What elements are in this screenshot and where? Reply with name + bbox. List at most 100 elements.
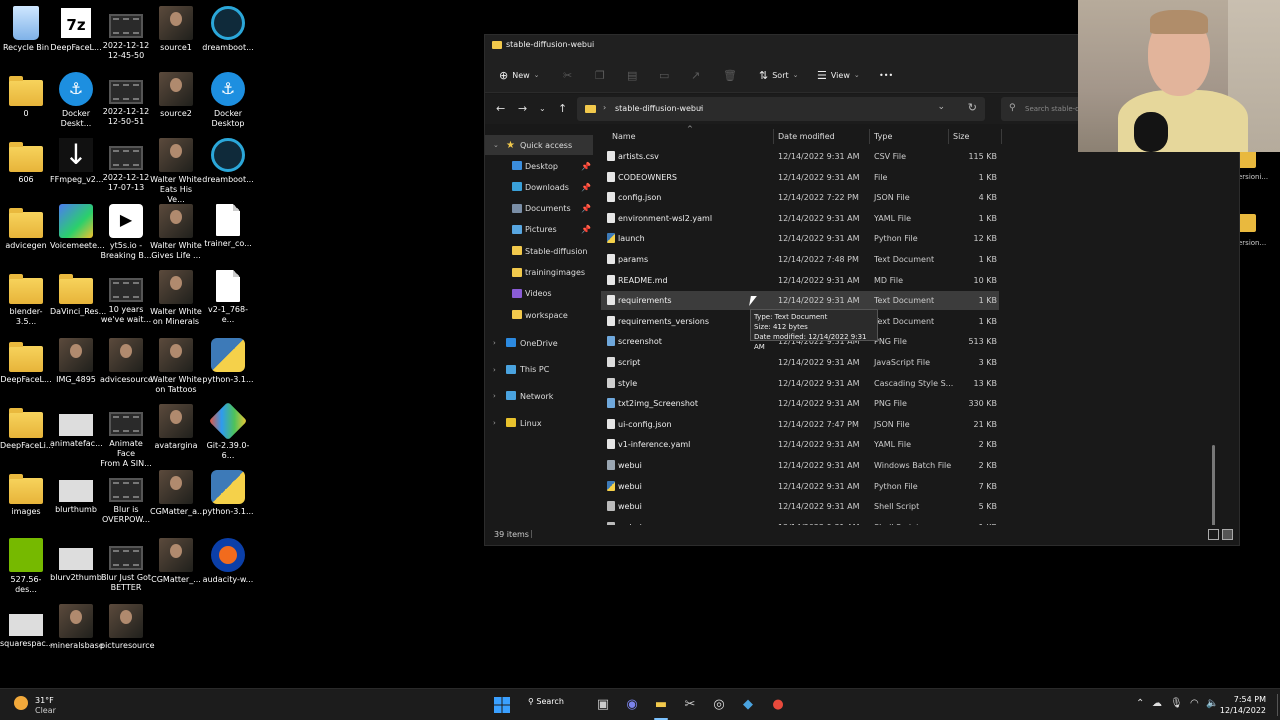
desktop-icon[interactable]: v2-1_768-e... [202, 270, 254, 325]
desktop-icon[interactable]: python-3.1... [202, 470, 254, 517]
desktop-icon[interactable]: FFmpeg_v2... [50, 138, 104, 185]
desktop-icon[interactable]: Blur is OVERPOW... [100, 470, 152, 525]
desktop-icon[interactable]: CGMatter_... [150, 538, 202, 585]
nav-item-documents[interactable]: Documents 📌 [485, 199, 593, 219]
desktop-icon[interactable]: CGMatter_a... [150, 470, 205, 517]
obs-icon[interactable]: ◎ [709, 695, 729, 715]
nav-item-workspace[interactable]: workspace [485, 305, 593, 325]
file-row[interactable]: webui 12/14/2022 9:31 AM Python File 7 KB [601, 477, 999, 496]
nav-item-onedrive[interactable]: › OneDrive [485, 333, 593, 353]
pin-icon[interactable]: 📌 [581, 183, 591, 192]
desktop-icon[interactable]: trainer_co... [202, 204, 254, 249]
file-row[interactable]: txt2img_Screenshot 12/14/2022 9:31 AM PNG … [601, 394, 999, 413]
desktop-icon[interactable]: Blur Just Got BETTER [100, 538, 152, 593]
large-icons-view-icon[interactable] [1222, 529, 1233, 540]
column-header-date[interactable]: Date modified [778, 132, 835, 141]
new-button[interactable]: ⊕ New ⌄ [499, 66, 540, 84]
file-row[interactable]: script 12/14/2022 9:31 AM JavaScript File 3… [601, 353, 999, 372]
desktop-icon[interactable]: 527.56-des... [0, 538, 52, 595]
desktop-icon[interactable]: Voicemeete... [50, 204, 105, 251]
show-desktop-button[interactable] [1277, 694, 1278, 716]
desktop-icon[interactable]: animatefac... [50, 404, 103, 449]
paste-button[interactable]: ▤ [627, 66, 637, 84]
column-header-name[interactable]: Name [612, 132, 636, 141]
desktop-icon[interactable]: Animate Face From A SIN... [100, 404, 152, 469]
sort-button[interactable]: ⇅ Sort ⌄ [759, 66, 799, 84]
desktop-icon[interactable]: DaVinci_Res... [50, 270, 106, 317]
copy-button[interactable]: ❐ [595, 66, 605, 84]
share-button[interactable]: ↗ [691, 66, 700, 84]
system-clock[interactable]: 7:54 PM 12/14/2022 [1220, 694, 1266, 716]
view-button[interactable]: ☰ View ⌄ [817, 66, 860, 84]
forward-arrow-icon[interactable]: → [518, 102, 527, 115]
wifi-icon[interactable]: ◠ [1190, 698, 1199, 709]
desktop-icon[interactable]: dreamboot... [202, 138, 254, 185]
file-row[interactable]: CODEOWNERS 12/14/2022 9:31 AM File 1 KB [601, 168, 999, 187]
desktop-icon[interactable]: DeepFaceL... [0, 338, 52, 385]
desktop-icon[interactable]: audacity-w... [202, 538, 254, 585]
delete-button[interactable]: 🗑 [723, 66, 737, 84]
vertical-scrollbar[interactable] [1212, 445, 1215, 527]
file-row[interactable]: style 12/14/2022 9:31 AM Cascading Style S… [601, 374, 999, 393]
desktop-icon[interactable]: advicesource [100, 338, 153, 385]
nav-item-this-pc[interactable]: › This PC [485, 360, 593, 380]
file-row[interactable]: launch 12/14/2022 9:31 AM Python File 12 KB [601, 229, 999, 248]
back-arrow-icon[interactable]: ← [496, 102, 505, 115]
desktop-icon[interactable]: squarespac... [0, 604, 53, 649]
desktop-icon[interactable]: blurv2thumb [50, 538, 102, 583]
file-row[interactable]: webui 12/14/2022 9:31 AM Windows Batch Fil… [601, 456, 999, 475]
desktop-icon[interactable]: source1 [150, 6, 202, 53]
taskbar-search-button[interactable]: ⚲ Search [528, 697, 564, 706]
desktop-icon[interactable]: yt5s.io - Breaking B... [100, 204, 152, 261]
desktop-icon[interactable]: 2022-12-12 12-45-50 [100, 6, 152, 61]
desktop-icon[interactable]: 0 [0, 72, 52, 119]
teams-chat-icon[interactable]: ◉ [622, 695, 642, 715]
address-bar[interactable]: › stable-diffusion-webui › ⌄ ↻ [577, 97, 985, 121]
desktop-icon[interactable]: DeepFaceLi... [0, 404, 53, 451]
desktop-icon[interactable]: Docker Deskt... [50, 72, 102, 129]
pin-icon[interactable]: 📌 [581, 162, 591, 171]
desktop-icon[interactable]: 10 years we've wait... [100, 270, 152, 325]
file-row[interactable]: config.json 12/14/2022 7:22 PM JSON File 4 … [601, 188, 999, 207]
task-view-icon[interactable]: ▣ [593, 695, 613, 715]
desktop-icon[interactable]: Walter White on Minerals [150, 270, 202, 327]
desktop-icon[interactable]: 7z DeepFaceL... [50, 6, 102, 53]
desktop-icon[interactable]: Docker Desktop [202, 72, 254, 129]
address-dropdown-icon[interactable]: ⌄ [937, 102, 945, 112]
rename-button[interactable]: ▭ [659, 66, 669, 84]
desktop-icon[interactable]: blurthumb [50, 470, 102, 515]
nav-item-quick-access[interactable]: ⌄ ★ Quick access [485, 135, 593, 155]
nav-item-stable-diffusion[interactable]: Stable-diffusion [485, 241, 593, 261]
nav-item-pictures[interactable]: Pictures 📌 [485, 220, 593, 240]
desktop-icon[interactable]: 2022-12-12 12-50-51 [100, 72, 152, 127]
desktop-icon[interactable]: Recycle Bin [0, 6, 52, 53]
app-icon[interactable]: ◆ [738, 695, 758, 715]
nav-item-downloads[interactable]: Downloads 📌 [485, 177, 593, 197]
breadcrumb-chevron-icon[interactable]: › [699, 103, 702, 112]
start-button[interactable] [494, 697, 510, 713]
column-divider[interactable] [869, 129, 870, 144]
chevron-up-icon[interactable]: ⌃ [1136, 698, 1144, 709]
desktop-icon[interactable]: Walter White Gives Life ... [150, 204, 202, 261]
file-row[interactable]: ui-config.json 12/14/2022 7:47 PM JSON Fil… [601, 415, 999, 434]
desktop-icon[interactable]: avatargina [150, 404, 202, 451]
column-divider[interactable] [1001, 129, 1002, 144]
file-row[interactable]: artists.csv 12/14/2022 9:31 AM CSV File 115… [601, 147, 999, 166]
file-row[interactable]: v1-inference.yaml 12/14/2022 9:31 AM YAML … [601, 435, 999, 454]
more-options-button[interactable]: ••• [879, 66, 893, 84]
file-explorer-icon[interactable]: ▬ [651, 695, 671, 720]
nav-item-desktop[interactable]: Desktop 📌 [485, 156, 593, 176]
cloud-sync-icon[interactable]: ☁ [1152, 698, 1162, 709]
recent-locations-chevron-icon[interactable]: ⌄ [539, 104, 546, 113]
desktop-icon[interactable]: python-3.1... [202, 338, 254, 385]
nav-item-network[interactable]: › Network [485, 386, 593, 406]
nav-item-trainingimages[interactable]: trainingimages [485, 263, 593, 283]
refresh-icon[interactable]: ↻ [968, 101, 977, 114]
desktop-icon[interactable]: Walter White on Tattoos [150, 338, 202, 395]
file-row[interactable]: params 12/14/2022 7:48 PM Text Document 1 K… [601, 250, 999, 269]
desktop-icon[interactable]: advicegen [0, 204, 52, 251]
nav-item-linux[interactable]: › Linux [485, 413, 593, 433]
desktop-icon[interactable]: 606 [0, 138, 52, 185]
desktop-icon[interactable]: dreamboot... [202, 6, 254, 53]
column-header-size[interactable]: Size [953, 132, 969, 141]
